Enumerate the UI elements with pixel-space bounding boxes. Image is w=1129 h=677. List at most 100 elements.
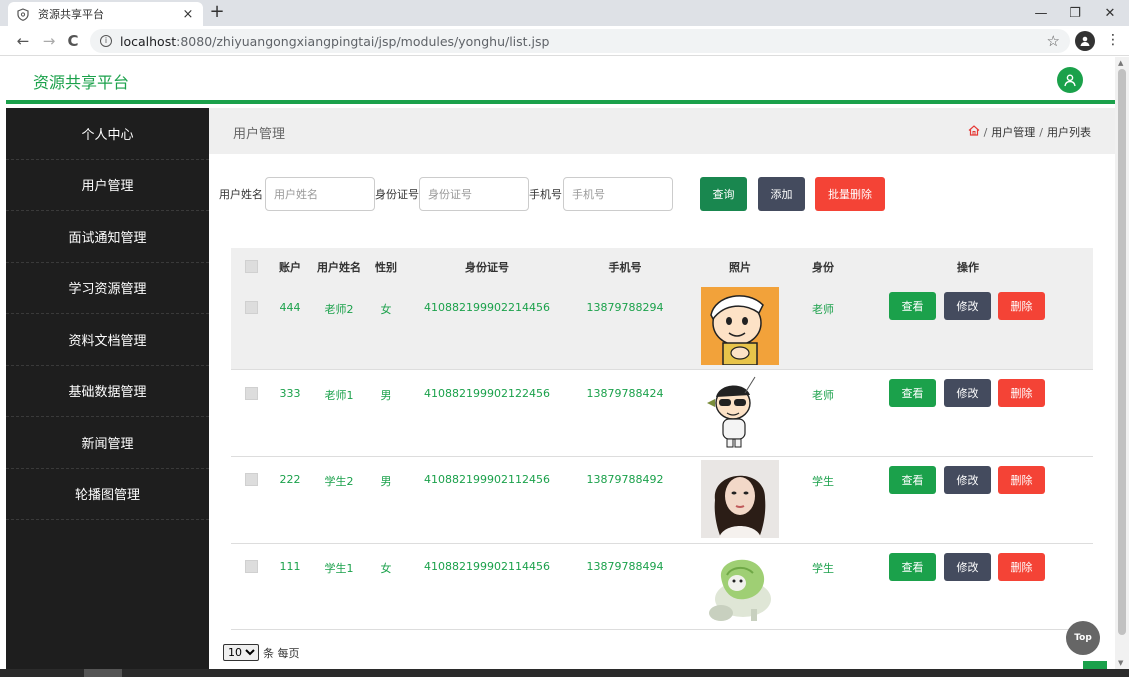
id-number-input[interactable] — [419, 177, 529, 211]
row-checkbox[interactable] — [245, 387, 258, 400]
id-number-label: 身份证号 — [375, 188, 419, 201]
forward-button[interactable]: → — [36, 28, 62, 54]
taskbar-item[interactable] — [84, 669, 122, 677]
info-icon[interactable]: i — [100, 35, 112, 47]
sidebar-item-basic-data[interactable]: 基础数据管理 — [6, 366, 209, 417]
cell-name: 老师2 — [324, 303, 354, 316]
back-button[interactable]: ← — [10, 28, 36, 54]
sidebar: 个人中心 用户管理 面试通知管理 学习资源管理 资料文档管理 基础数据管理 新闻… — [6, 108, 209, 677]
edit-button[interactable]: 修改 — [944, 466, 991, 494]
brand-title: 资源共享平台 — [33, 73, 130, 92]
delete-button[interactable]: 删除 — [998, 292, 1045, 320]
cell-account: 333 — [279, 387, 301, 400]
cell-role: 老师 — [812, 389, 834, 402]
page-size-suffix: 条 每页 — [263, 646, 300, 660]
browser-menu-icon[interactable]: ⋮ — [1105, 31, 1121, 51]
edit-button[interactable]: 修改 — [944, 292, 991, 320]
sidebar-item-personal-center[interactable]: 个人中心 — [6, 108, 209, 160]
restore-button[interactable]: ❐ — [1057, 0, 1093, 26]
user-photo — [701, 373, 779, 451]
scroll-down-icon[interactable]: ▼ — [1118, 659, 1123, 667]
app-header: 资源共享平台 — [6, 57, 1115, 104]
cell-name: 学生2 — [324, 475, 354, 488]
view-button[interactable]: 查看 — [889, 466, 936, 494]
cell-account: 222 — [279, 473, 301, 486]
table-row: 444 老师2 女 410882199902214456 13879788294… — [231, 284, 1093, 370]
browser-tab-bar: 资源共享平台 × + — ❐ ✕ — [0, 0, 1129, 26]
page-scrollbar[interactable]: ▲ ▼ — [1115, 57, 1129, 669]
row-checkbox[interactable] — [245, 560, 258, 573]
name-input[interactable] — [265, 177, 375, 211]
view-button[interactable]: 查看 — [889, 292, 936, 320]
address-bar[interactable]: i localhost:8080/zhiyuangongxiangpingtai… — [90, 29, 1070, 53]
profile-icon[interactable] — [1075, 31, 1095, 51]
cabbage-dog-image — [701, 547, 779, 625]
table-header: 账户 用户姓名 性别 身份证号 手机号 照片 身份 操作 — [231, 248, 1093, 284]
user-avatar-icon[interactable] — [1057, 67, 1083, 93]
delete-button[interactable]: 删除 — [998, 553, 1045, 581]
delete-button[interactable]: 删除 — [998, 379, 1045, 407]
cell-gender: 男 — [380, 475, 392, 488]
cell-name: 老师1 — [324, 389, 354, 402]
table-row: 333 老师1 男 410882199902122456 13879788424 — [231, 370, 1093, 457]
scroll-up-icon[interactable]: ▲ — [1118, 59, 1123, 67]
sidebar-item-interview-notices[interactable]: 面试通知管理 — [6, 211, 209, 263]
batch-delete-button[interactable]: 批量删除 — [815, 177, 885, 211]
header-gender: 性别 — [375, 261, 397, 274]
cell-phone: 13879788492 — [586, 473, 664, 486]
edit-button[interactable]: 修改 — [944, 379, 991, 407]
browser-tab[interactable]: 资源共享平台 × — [8, 2, 203, 26]
sidebar-item-documents[interactable]: 资料文档管理 — [6, 314, 209, 366]
woman-portrait-image — [701, 460, 779, 538]
scrollbar-thumb[interactable] — [1118, 69, 1126, 635]
sidebar-item-learning-resources[interactable]: 学习资源管理 — [6, 263, 209, 314]
breadcrumb: / 用户管理 / 用户列表 — [968, 124, 1091, 140]
breadcrumb-user-list: 用户列表 — [1047, 126, 1091, 139]
cartoon-boy-sunglasses-image — [701, 373, 779, 451]
taskbar — [0, 669, 1129, 677]
phone-input[interactable] — [563, 177, 673, 211]
home-icon[interactable] — [968, 125, 980, 139]
search-form: 用户姓名 身份证号 手机号 查询 添加 批量删除 — [219, 177, 885, 211]
header-id-number: 身份证号 — [465, 261, 509, 274]
cell-id-number: 410882199902112456 — [424, 473, 550, 486]
pagination: 10 条 每页 — [223, 644, 300, 661]
sidebar-item-carousel[interactable]: 轮播图管理 — [6, 469, 209, 520]
tab-close-icon[interactable]: × — [181, 7, 195, 22]
select-all-checkbox[interactable] — [245, 260, 258, 273]
header-photo: 照片 — [729, 261, 751, 274]
search-button[interactable]: 查询 — [700, 177, 747, 211]
view-button[interactable]: 查看 — [889, 379, 936, 407]
breadcrumb-user-management[interactable]: 用户管理 — [991, 124, 1035, 140]
delete-button[interactable]: 删除 — [998, 466, 1045, 494]
cell-id-number: 410882199902114456 — [424, 560, 550, 573]
user-table: 账户 用户姓名 性别 身份证号 手机号 照片 身份 操作 444 老师2 女 4… — [231, 248, 1093, 630]
add-button[interactable]: 添加 — [758, 177, 805, 211]
page-title: 用户管理 — [233, 127, 286, 142]
sidebar-item-label: 面试通知管理 — [68, 230, 147, 246]
main-content: 用户管理 / 用户管理 / 用户列表 用户姓名 身份证号 手机号 查询 添加 批… — [209, 108, 1115, 677]
back-to-top-button[interactable]: Top — [1066, 621, 1100, 655]
reload-button[interactable]: C — [60, 28, 86, 54]
new-tab-button[interactable]: + — [206, 2, 228, 24]
sidebar-item-label: 新闻管理 — [81, 436, 134, 452]
row-checkbox[interactable] — [245, 301, 258, 314]
edit-button[interactable]: 修改 — [944, 553, 991, 581]
view-button[interactable]: 查看 — [889, 553, 936, 581]
cell-id-number: 410882199902214456 — [424, 301, 550, 314]
bookmark-star-icon[interactable]: ☆ — [1047, 32, 1060, 50]
phone-label: 手机号 — [529, 188, 562, 201]
sidebar-item-news[interactable]: 新闻管理 — [6, 417, 209, 469]
breadcrumb-separator: / — [1039, 125, 1043, 139]
sidebar-item-user-management[interactable]: 用户管理 — [6, 160, 209, 211]
window-close-button[interactable]: ✕ — [1092, 0, 1128, 26]
url-host: localhost — [120, 33, 177, 49]
user-photo — [701, 460, 779, 538]
row-checkbox[interactable] — [245, 473, 258, 486]
page-size-select[interactable]: 10 — [223, 644, 259, 661]
browser-toolbar: ← → C i localhost:8080/zhiyuangongxiangp… — [0, 26, 1129, 56]
cell-phone: 13879788294 — [586, 301, 664, 314]
browser-tab-title: 资源共享平台 — [38, 8, 104, 21]
header-name: 用户姓名 — [317, 261, 361, 274]
minimize-button[interactable]: — — [1023, 0, 1059, 26]
